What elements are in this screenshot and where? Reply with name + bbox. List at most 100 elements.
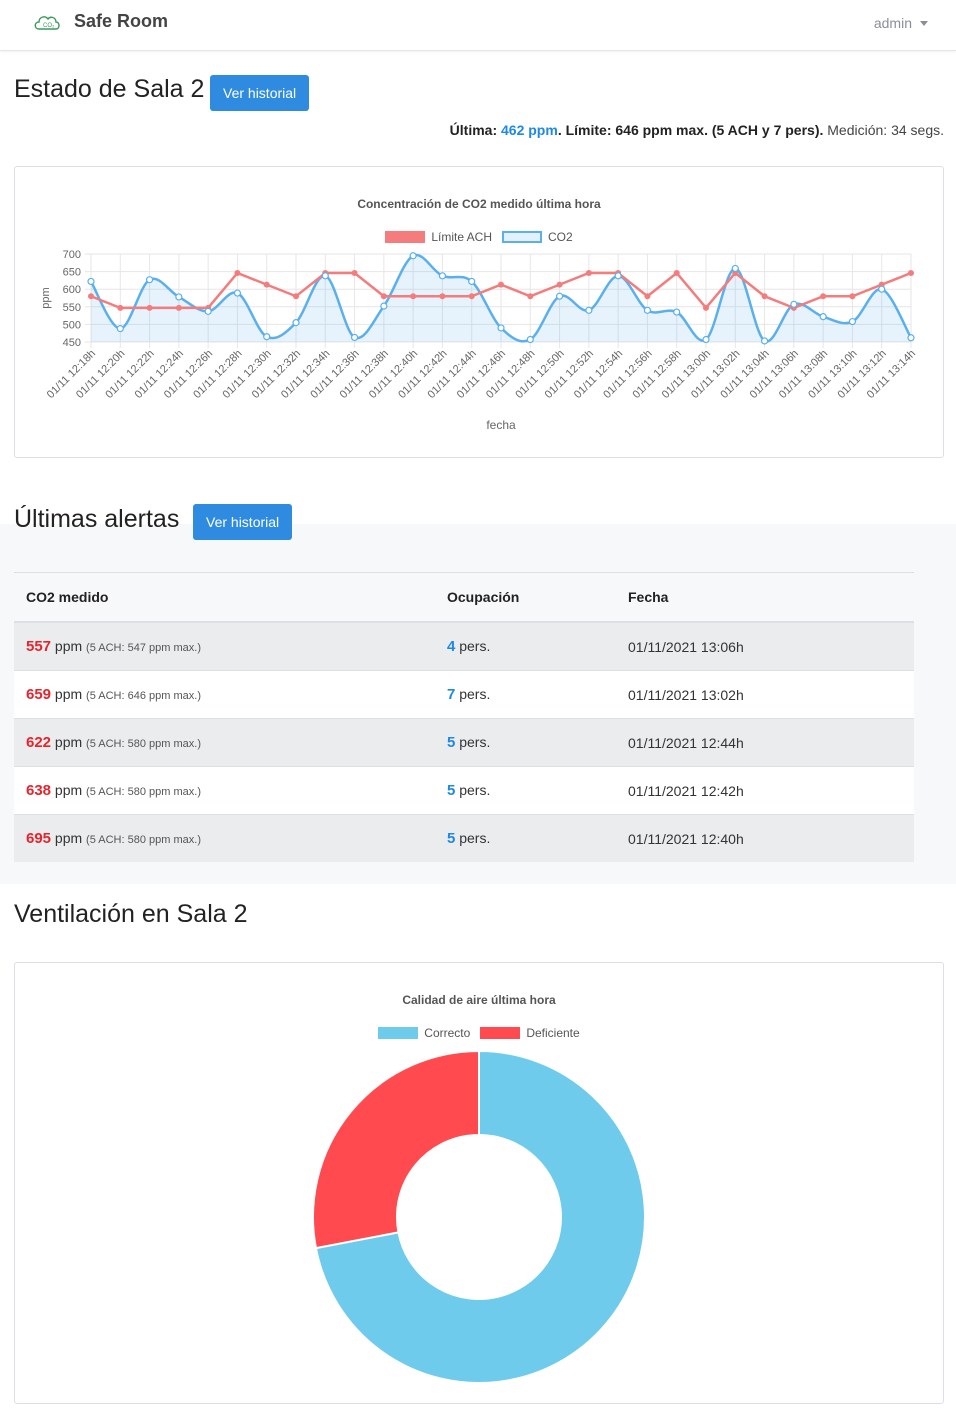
y-tick-label: 650 [63, 267, 81, 279]
measurement-text: Medición: 34 segs. [823, 122, 944, 138]
co2-point [87, 277, 95, 286]
user-name: admin [873, 15, 912, 31]
y-tick-label: 600 [63, 284, 81, 296]
co2-point [116, 325, 124, 333]
co2-point [760, 337, 769, 345]
y-tick-label: 450 [63, 337, 81, 349]
occupancy-cell: 7 pers. [435, 670, 616, 719]
co2-point [848, 317, 857, 326]
co2-point [878, 285, 886, 293]
co2-line-chart: 45050055060065070001/11 12:18h01/11 12:2… [40, 249, 918, 432]
table-row: 622 ppm (5 ACH: 580 ppm max.) 5 pers. 01… [14, 718, 914, 767]
limit-point [439, 293, 446, 300]
alerts-table: CO2 medido Ocupación Fecha 557 ppm (5 AC… [14, 572, 914, 862]
co2-detail: (5 ACH: 547 ppm max.) [86, 642, 201, 654]
limit-point [88, 293, 94, 300]
co2-point [731, 264, 739, 273]
co2-point [321, 272, 329, 280]
y-tick-label: 550 [63, 302, 81, 314]
co2-unit: ppm [51, 830, 87, 846]
co2-value: 659 [26, 686, 52, 703]
co2-point [263, 333, 271, 341]
co2-point [145, 276, 154, 284]
date-cell: 01/11/2021 13:06h [616, 621, 914, 671]
limit-point [175, 304, 182, 311]
occupancy-cell: 4 pers. [435, 621, 616, 671]
date-cell: 01/11/2021 12:40h [616, 814, 914, 862]
occupancy-unit: pers. [455, 734, 491, 750]
co2-point [204, 307, 212, 315]
co2-point [438, 272, 447, 280]
co2-point [702, 335, 710, 344]
limit-point [644, 293, 651, 300]
co2-point [233, 289, 242, 297]
co2-cloud-icon: CO₂ [34, 16, 60, 30]
y-axis-label: ppm [40, 287, 52, 308]
occupancy-cell: 5 pers. [435, 814, 616, 862]
co2-value: 638 [26, 782, 52, 799]
co2-point [292, 319, 300, 327]
last-label: Última: [449, 122, 498, 138]
co2-cell: 557 ppm (5 ACH: 547 ppm max.) [14, 621, 435, 671]
brand-link[interactable]: CO₂ Safe Room [32, 10, 168, 32]
limit-point [293, 293, 299, 300]
co2-point [497, 324, 505, 332]
last-value: 462 ppm [501, 122, 558, 138]
y-tick-label: 700 [63, 249, 81, 261]
limit-point [410, 293, 417, 300]
co2-unit: ppm [51, 734, 87, 750]
brand-name: Safe Room [74, 10, 169, 31]
co2-point [643, 306, 652, 314]
limit-point [761, 293, 768, 300]
limit-point [585, 270, 592, 277]
limit-point [527, 293, 534, 300]
limit-point [380, 293, 387, 300]
column-header-date: Fecha [616, 572, 914, 623]
co2-point [526, 335, 534, 344]
co2-point [614, 272, 622, 280]
limit-point [468, 293, 475, 300]
table-row: 659 ppm (5 ACH: 646 ppm max.) 7 pers. 01… [14, 670, 914, 719]
co2-point [409, 252, 417, 260]
table-row: 557 ppm (5 ACH: 547 ppm max.) 4 pers. 01… [14, 621, 914, 671]
alerts-header-row: CO2 medido Ocupación Fecha [14, 572, 914, 623]
co2-point [555, 292, 564, 300]
co2-cell: 659 ppm (5 ACH: 646 ppm max.) [14, 670, 435, 719]
navbar: CO₂ Safe Room admin [0, 0, 956, 51]
co2-unit: ppm [51, 638, 87, 654]
co2-point [175, 293, 183, 301]
y-tick-label: 500 [63, 319, 81, 331]
occupancy-unit: pers. [455, 686, 491, 702]
ventilation-title: Ventilación en Sala 2 [14, 900, 248, 928]
user-menu[interactable]: admin [874, 15, 928, 31]
limit-point [849, 293, 856, 300]
co2-cell: 622 ppm (5 ACH: 580 ppm max.) [14, 718, 435, 767]
status-line: Última: 462 ppm. Límite: 646 ppm max. (5… [450, 122, 944, 138]
co2-value: 695 [26, 830, 52, 847]
co2-unit: ppm [51, 686, 87, 702]
donut-slice-deficient [312, 1049, 480, 1250]
column-header-occupancy: Ocupación [435, 572, 616, 623]
co2-detail: (5 ACH: 580 ppm max.) [86, 834, 201, 846]
limit-point [703, 304, 709, 311]
co2-point [819, 313, 827, 321]
limit-point [556, 281, 563, 288]
co2-point [585, 306, 593, 314]
co2-chart-card: Concentración de CO2 medido última hora … [14, 166, 944, 458]
air-quality-donut-chart [312, 1049, 646, 1384]
co2-detail: (5 ACH: 580 ppm max.) [86, 786, 201, 798]
occupancy-unit: pers. [455, 782, 491, 798]
limit-point [351, 270, 358, 277]
co2-detail: (5 ACH: 580 ppm max.) [86, 738, 201, 750]
co2-point [790, 300, 798, 308]
svg-text:CO₂: CO₂ [43, 23, 55, 29]
status-history-button[interactable]: Ver historial [210, 75, 310, 111]
x-axis-label: fecha [486, 418, 516, 432]
limit-point [673, 270, 680, 277]
co2-detail: (5 ACH: 646 ppm max.) [86, 690, 201, 702]
alerts-history-button[interactable]: Ver historial [193, 504, 293, 540]
date-cell: 01/11/2021 12:42h [616, 766, 914, 815]
limit-point [234, 270, 241, 277]
co2-point [468, 277, 476, 286]
co2-point [673, 308, 681, 316]
